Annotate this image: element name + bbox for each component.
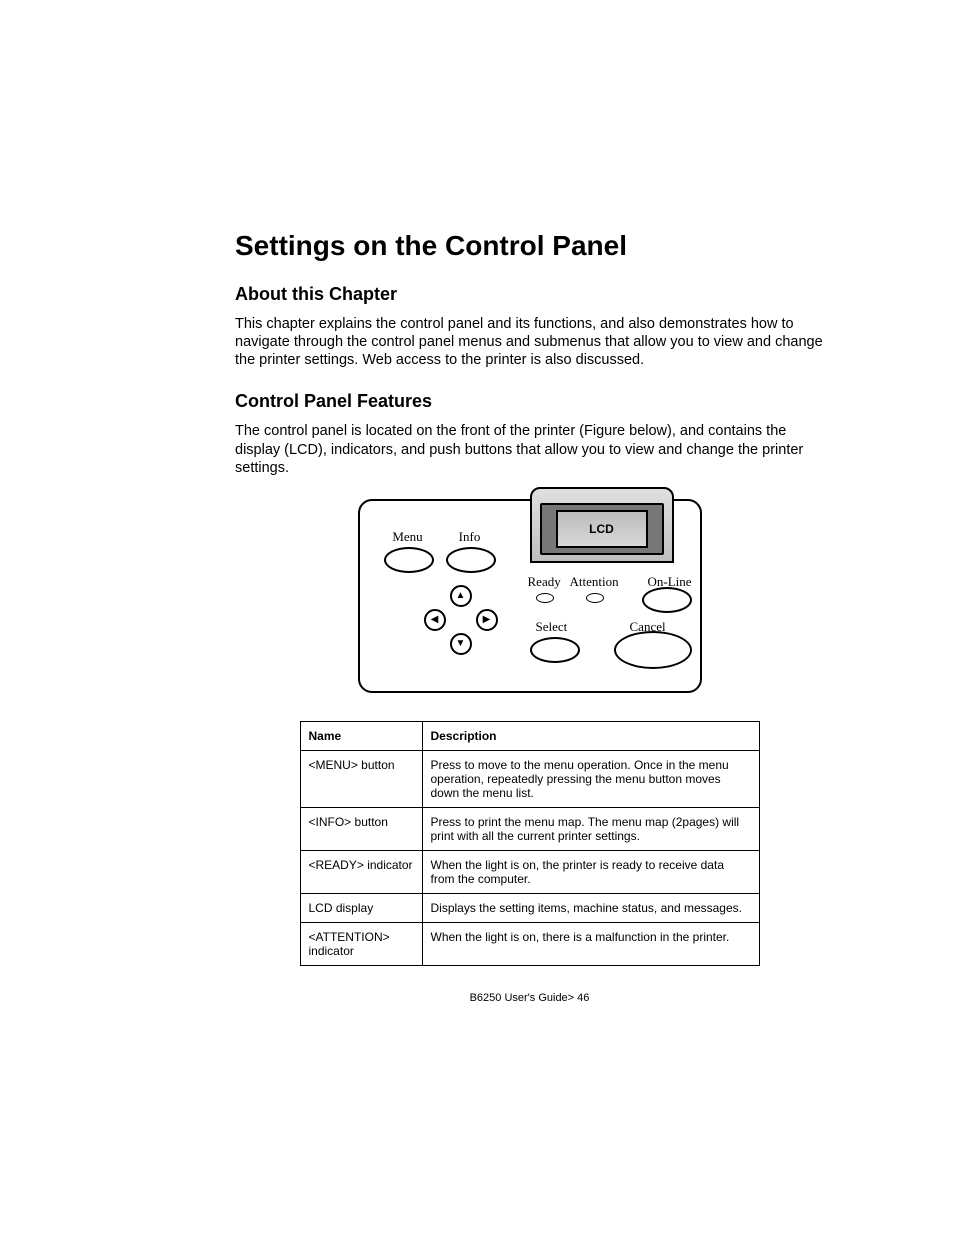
page-footer: B6250 User's Guide> 46 bbox=[235, 992, 824, 1004]
cell-desc: When the light is on, the printer is rea… bbox=[422, 850, 759, 893]
online-button bbox=[642, 587, 692, 613]
table-row: <READY> indicator When the light is on, … bbox=[300, 850, 759, 893]
ready-led bbox=[536, 593, 554, 603]
select-label: Select bbox=[536, 619, 568, 635]
lcd-housing: LCD bbox=[530, 487, 674, 563]
features-body: The control panel is located on the fron… bbox=[235, 422, 824, 476]
features-heading: Control Panel Features bbox=[235, 391, 824, 412]
table-row: LCD display Displays the setting items, … bbox=[300, 893, 759, 922]
cell-name: <ATTENTION> indicator bbox=[300, 922, 422, 965]
lcd-screen: LCD bbox=[556, 510, 648, 548]
cell-name: <MENU> button bbox=[300, 750, 422, 807]
features-table: Name Description <MENU> button Press to … bbox=[300, 721, 760, 966]
table-row: <MENU> button Press to move to the menu … bbox=[300, 750, 759, 807]
about-body: This chapter explains the control panel … bbox=[235, 315, 824, 369]
down-arrow-button: ▼ bbox=[450, 633, 472, 655]
cell-name: <INFO> button bbox=[300, 807, 422, 850]
cancel-button bbox=[614, 631, 692, 669]
header-name: Name bbox=[300, 721, 422, 750]
table-header-row: Name Description bbox=[300, 721, 759, 750]
cell-name: <READY> indicator bbox=[300, 850, 422, 893]
table-row: <ATTENTION> indicator When the light is … bbox=[300, 922, 759, 965]
info-button bbox=[446, 547, 496, 573]
ready-label: Ready bbox=[528, 574, 561, 590]
menu-button bbox=[384, 547, 434, 573]
header-desc: Description bbox=[422, 721, 759, 750]
table-row: <INFO> button Press to print the menu ma… bbox=[300, 807, 759, 850]
diagram-frame: Menu Info ▲ ◀ ▶ ▼ LCD Ready Attention On… bbox=[358, 499, 702, 693]
right-arrow-button: ▶ bbox=[476, 609, 498, 631]
cell-desc: Press to move to the menu operation. Onc… bbox=[422, 750, 759, 807]
about-heading: About this Chapter bbox=[235, 284, 824, 305]
menu-label: Menu bbox=[388, 529, 428, 545]
left-arrow-button: ◀ bbox=[424, 609, 446, 631]
info-label: Info bbox=[450, 529, 490, 545]
select-button bbox=[530, 637, 580, 663]
cell-desc: Press to print the menu map. The menu ma… bbox=[422, 807, 759, 850]
cell-desc: Displays the setting items, machine stat… bbox=[422, 893, 759, 922]
attention-led bbox=[586, 593, 604, 603]
up-arrow-button: ▲ bbox=[450, 585, 472, 607]
page-title: Settings on the Control Panel bbox=[235, 230, 824, 262]
cell-desc: When the light is on, there is a malfunc… bbox=[422, 922, 759, 965]
control-panel-diagram: Menu Info ▲ ◀ ▶ ▼ LCD Ready Attention On… bbox=[235, 499, 824, 693]
cell-name: LCD display bbox=[300, 893, 422, 922]
lcd-bezel: LCD bbox=[540, 503, 664, 555]
attention-label: Attention bbox=[570, 574, 619, 590]
